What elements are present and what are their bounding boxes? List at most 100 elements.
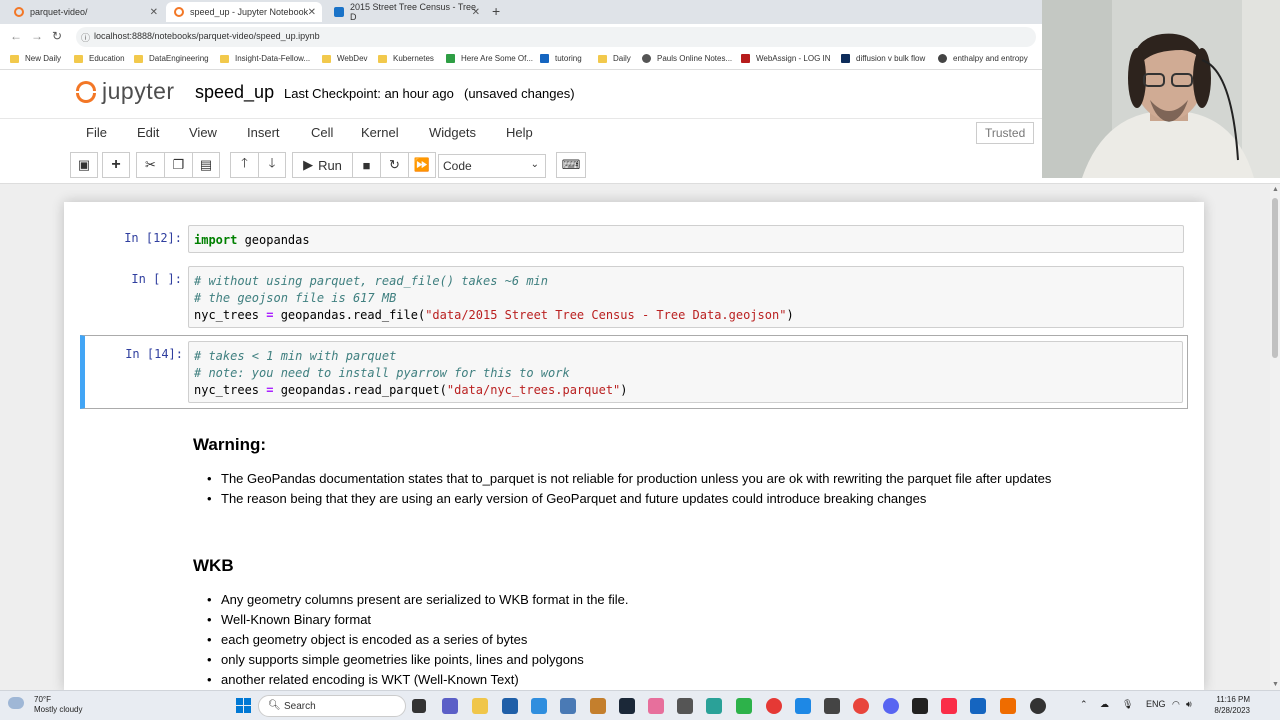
app-icon[interactable]	[736, 698, 752, 714]
vscode-icon[interactable]	[795, 698, 811, 714]
copy-button[interactable]: ❐	[164, 152, 192, 178]
bookmark[interactable]: tutoring	[540, 54, 582, 63]
reload-icon[interactable]: ↻	[52, 29, 62, 43]
bookmark[interactable]: DataEngineering	[134, 54, 209, 63]
menu-widgets[interactable]: Widgets	[429, 125, 476, 140]
cloud-icon	[8, 697, 24, 709]
paste-button[interactable]: ▤	[192, 152, 220, 178]
mic-icon[interactable]: 🎙︎	[1122, 699, 1133, 710]
code-cell-selected[interactable]: In [14]: # takes < 1 min with parquet # …	[80, 335, 1188, 409]
clock[interactable]: 11:16 PM 8/28/2023	[1204, 694, 1250, 716]
menu-edit[interactable]: Edit	[137, 125, 159, 140]
teams-icon[interactable]	[442, 698, 458, 714]
back-icon[interactable]: ←	[10, 29, 22, 43]
restart-button[interactable]: ↻	[380, 152, 408, 178]
menu-bar: File Edit View Insert Cell Kernel Widget…	[70, 120, 1035, 146]
bookmark[interactable]: WebAssign - LOG IN	[741, 54, 831, 63]
close-tab-icon[interactable]: ✕	[150, 7, 158, 18]
volume-icon[interactable]: 🔊︎	[1186, 699, 1192, 710]
close-tab-icon[interactable]: ✕	[308, 7, 316, 18]
paste-icon: ▤	[199, 157, 213, 172]
code-editor[interactable]: import geopandas	[188, 225, 1184, 253]
bookmark[interactable]: Education	[74, 54, 125, 63]
windows-start-icon[interactable]	[236, 698, 251, 713]
language-indicator[interactable]: ENG	[1146, 699, 1166, 709]
app-icon[interactable]	[648, 698, 664, 714]
terminal-icon[interactable]	[912, 698, 928, 714]
app-icon[interactable]	[1000, 698, 1016, 714]
interrupt-button[interactable]: ■	[352, 152, 380, 178]
bookmark[interactable]: Pauls Online Notes...	[642, 54, 732, 63]
wifi-icon[interactable]: ◠	[1172, 699, 1180, 710]
bookmark[interactable]: Here Are Some Of...	[446, 54, 533, 63]
bookmark[interactable]: Daily	[598, 54, 631, 63]
forward-icon[interactable]: →	[31, 29, 43, 43]
app-icon[interactable]	[677, 698, 693, 714]
vertical-scrollbar[interactable]: ▲ ▼	[1270, 184, 1280, 690]
cut-button[interactable]: ✂	[136, 152, 164, 178]
weather-widget[interactable]: 70°F Mostly cloudy	[8, 695, 82, 715]
scrollbar-thumb[interactable]	[1272, 198, 1278, 358]
cloud-icon[interactable]: ☁	[1100, 699, 1109, 710]
run-button[interactable]: ▶ Run	[292, 152, 352, 178]
taskbar-search[interactable]: 🔍︎ Search	[258, 695, 406, 717]
url-field[interactable]: ⓘ localhost:8888/notebooks/parquet-video…	[76, 27, 1036, 47]
markdown-cell[interactable]: Warning: The GeoPandas documentation sta…	[193, 435, 1173, 509]
close-tab-icon[interactable]: ✕	[472, 7, 480, 18]
app-icon[interactable]	[1030, 698, 1046, 714]
app-icon[interactable]	[970, 698, 986, 714]
jupyter-logo[interactable]: jupyter	[74, 78, 175, 105]
file-explorer-icon[interactable]	[472, 698, 488, 714]
menu-kernel[interactable]: Kernel	[361, 125, 399, 140]
move-up-button[interactable]: 🡑	[230, 152, 258, 178]
bookmark[interactable]: New Daily	[10, 54, 61, 63]
move-down-button[interactable]: 🡓	[258, 152, 286, 178]
scroll-up-icon[interactable]: ▲	[1272, 186, 1279, 193]
code-cell[interactable]: In [12]: import geopandas	[80, 225, 1188, 253]
restart-run-all-button[interactable]: ⏩	[408, 152, 436, 178]
chevron-up-icon[interactable]: ⌃	[1080, 699, 1088, 710]
cell-type-select[interactable]: Code ⌄	[438, 154, 546, 178]
menu-file[interactable]: File	[86, 125, 107, 140]
discord-icon[interactable]	[883, 698, 899, 714]
app-icon[interactable]	[824, 698, 840, 714]
menu-view[interactable]: View	[189, 125, 217, 140]
app-icon[interactable]	[706, 698, 722, 714]
menu-cell[interactable]: Cell	[311, 125, 333, 140]
bookmark[interactable]: enthalpy and entropy	[938, 54, 1028, 63]
bookmark-label: enthalpy and entropy	[953, 54, 1028, 63]
code-editor[interactable]: # without using parquet, read_file() tak…	[188, 266, 1184, 328]
bookmark[interactable]: Insight-Data-Fellow...	[220, 54, 310, 63]
code-text: nyc_trees	[194, 383, 267, 397]
info-icon[interactable]: ⓘ	[81, 31, 90, 44]
store-icon[interactable]	[502, 698, 518, 714]
bookmark-label: diffusion v bulk flow	[856, 54, 926, 63]
app-icon[interactable]	[766, 698, 782, 714]
code-editor[interactable]: # takes < 1 min with parquet # note: you…	[188, 341, 1183, 403]
markdown-cell[interactable]: WKB Any geometry columns present are ser…	[193, 556, 1173, 690]
trusted-indicator[interactable]: Trusted	[976, 122, 1035, 144]
scroll-down-icon[interactable]: ▼	[1272, 681, 1279, 688]
insert-cell-button[interactable]: +	[102, 152, 130, 178]
task-view-icon[interactable]	[412, 699, 426, 713]
save-icon: ▣	[77, 157, 91, 172]
command-palette-button[interactable]: ⌨	[556, 152, 586, 178]
save-button[interactable]: ▣	[70, 152, 98, 178]
chrome-icon[interactable]	[853, 698, 869, 714]
tab-speed-up[interactable]: speed_up - Jupyter Notebook ✕	[166, 2, 322, 22]
tab-tree-census[interactable]: 2015 Street Tree Census - Tree D ✕	[326, 2, 486, 22]
app-icon[interactable]	[560, 698, 576, 714]
menu-insert[interactable]: Insert	[247, 125, 280, 140]
app-icon[interactable]	[531, 698, 547, 714]
tab-parquet-video[interactable]: parquet-video/ ✕	[6, 2, 164, 22]
notebook-name[interactable]: speed_up	[195, 82, 274, 103]
app-icon[interactable]	[590, 698, 606, 714]
new-tab-button[interactable]: +	[492, 3, 500, 19]
steam-icon[interactable]	[619, 698, 635, 714]
code-cell[interactable]: In [ ]: # without using parquet, read_fi…	[80, 266, 1188, 328]
bookmark[interactable]: diffusion v bulk flow	[841, 54, 925, 63]
bookmark[interactable]: Kubernetes	[378, 54, 434, 63]
music-icon[interactable]	[941, 698, 957, 714]
bookmark[interactable]: WebDev	[322, 54, 368, 63]
menu-help[interactable]: Help	[506, 125, 533, 140]
